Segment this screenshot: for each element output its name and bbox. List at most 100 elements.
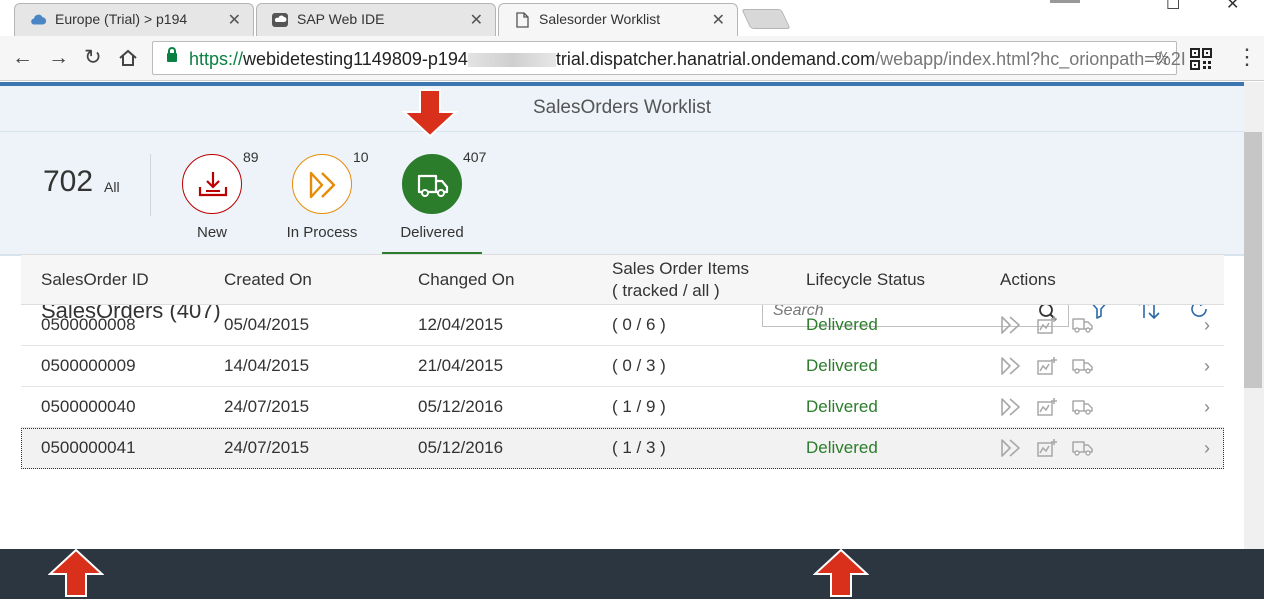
- qr-code-icon[interactable]: [1190, 48, 1212, 70]
- fast-forward-icon[interactable]: [1000, 397, 1022, 417]
- close-icon[interactable]: ✕: [228, 10, 241, 30]
- add-chart-icon[interactable]: [1036, 356, 1058, 376]
- fast-forward-icon[interactable]: [1000, 315, 1022, 335]
- actions-cell: [980, 427, 1170, 469]
- in-process-circle[interactable]: [292, 154, 352, 214]
- bookmark-star-icon[interactable]: ☆: [1152, 46, 1170, 71]
- truck-icon[interactable]: [1072, 356, 1094, 376]
- url-scheme: https://: [189, 49, 244, 69]
- browser-toolbar: ← → ↻ https://webidetesting1149809-p194 t…: [0, 36, 1264, 81]
- window-close-button[interactable]: ✕: [1226, 0, 1239, 14]
- changed-on: 05/12/2016: [398, 427, 592, 469]
- add-chart-icon[interactable]: [1036, 438, 1058, 458]
- row-actions: [1000, 315, 1170, 335]
- annotation-arrow-down-icon: [402, 89, 458, 138]
- chevron-right-icon[interactable]: ›: [1170, 427, 1224, 469]
- column-header[interactable]: Lifecycle Status: [786, 255, 980, 305]
- url-path: /webapp/index.html?hc_orionpath=%2I: [875, 49, 1186, 69]
- table-row[interactable]: 0500000009 14/04/2015 21/04/2015( 0 / 3 ) D…: [21, 345, 1224, 387]
- truck-icon: [417, 174, 449, 197]
- back-arrow-icon[interactable]: ←: [12, 46, 33, 70]
- column-header[interactable]: Changed On: [398, 255, 592, 305]
- divider: [150, 154, 151, 216]
- url-text: https://webidetesting1149809-p194 trial.d…: [189, 49, 1186, 70]
- cloud-icon: [31, 14, 47, 25]
- browser-tab-label: SAP Web IDE: [297, 11, 385, 27]
- new-circle[interactable]: [182, 154, 242, 214]
- lock-icon: [167, 47, 177, 62]
- add-chart-icon[interactable]: [1036, 397, 1058, 417]
- salesorder-id: 0500000008: [21, 304, 204, 346]
- salesorders-table: SalesOrder ID Created On Changed On Sale…: [21, 254, 1224, 469]
- new-tab-button[interactable]: [741, 9, 791, 29]
- browser-tab-europe[interactable]: Europe (Trial) > p194 ✕: [14, 3, 254, 36]
- items-tracked: ( 0 / 6 ): [592, 304, 786, 346]
- table-row[interactable]: 0500000041 24/07/2015 05/12/2016( 1 / 3 ) D…: [21, 427, 1224, 469]
- page-footer: [0, 549, 1264, 599]
- scrollbar-thumb[interactable]: [1244, 132, 1262, 388]
- truck-icon[interactable]: [1072, 438, 1094, 458]
- items-tracked: ( 1 / 3 ): [592, 427, 786, 469]
- close-icon[interactable]: ✕: [712, 10, 725, 30]
- fast-forward-icon: [309, 171, 336, 199]
- reload-icon[interactable]: ↻: [84, 46, 102, 70]
- column-header[interactable]: SalesOrder ID: [21, 255, 204, 305]
- row-actions: [1000, 356, 1170, 376]
- column-header-line: ( tracked / all ): [612, 280, 720, 300]
- column-header[interactable]: Actions: [980, 255, 1170, 305]
- browser-menu-icon[interactable]: ⋮: [1236, 44, 1258, 70]
- column-header[interactable]: Sales Order Items( tracked / all ): [592, 255, 786, 305]
- annotation-arrow-up-icon: [813, 548, 869, 597]
- tab-delivered[interactable]: 407 Delivered: [382, 149, 486, 252]
- address-bar[interactable]: https://webidetesting1149809-p194 trial.d…: [152, 41, 1186, 75]
- lifecycle-status: Delivered: [786, 345, 980, 387]
- column-header-line: Sales Order Items: [612, 258, 749, 278]
- fast-forward-icon[interactable]: [1000, 438, 1022, 458]
- tab-label: New: [196, 224, 227, 241]
- chevron-right-icon[interactable]: ›: [1170, 304, 1224, 346]
- table-row[interactable]: 0500000040 24/07/2015 05/12/2016( 1 / 9 ) D…: [21, 386, 1224, 428]
- changed-on: 21/04/2015: [398, 345, 592, 387]
- browser-tab-label: Europe (Trial) > p194: [55, 11, 188, 27]
- lifecycle-status: Delivered: [786, 427, 980, 469]
- close-icon[interactable]: ✕: [470, 10, 483, 30]
- chevron-right-icon[interactable]: ›: [1170, 386, 1224, 428]
- delivered-circle[interactable]: [402, 154, 462, 214]
- icon-tab-bar: 702 All 89 New 10 In Process 407 Deliver…: [0, 132, 1244, 256]
- tab-new[interactable]: 89 New: [162, 149, 262, 252]
- truck-icon[interactable]: [1072, 315, 1094, 335]
- redacted-blur: [467, 53, 556, 68]
- fast-forward-icon[interactable]: [1000, 356, 1022, 376]
- truck-icon[interactable]: [1072, 397, 1094, 417]
- browser-tab-bar: Europe (Trial) > p194 ✕ SAP Web IDE ✕ Sa…: [0, 0, 1264, 36]
- home-icon[interactable]: [118, 48, 138, 68]
- lifecycle-status: Delivered: [786, 304, 980, 346]
- salesorder-id: 0500000041: [21, 427, 204, 469]
- tab-label: In Process: [286, 224, 358, 241]
- maximize-button[interactable]: ☐: [1166, 0, 1180, 14]
- salesorder-id: 0500000009: [21, 345, 204, 387]
- annotation-arrow-up-icon: [48, 548, 104, 597]
- inbox-download-icon: [198, 172, 228, 197]
- items-tracked: ( 0 / 3 ): [592, 345, 786, 387]
- browser-tab-label: Salesorder Worklist: [539, 11, 661, 27]
- tab-count: 10: [353, 149, 369, 165]
- chevron-right-icon[interactable]: ›: [1170, 345, 1224, 387]
- table-row[interactable]: 0500000008 05/04/2015 12/04/2015( 0 / 6 ) D…: [21, 304, 1224, 346]
- page-icon: [516, 12, 529, 28]
- column-header-empty: [1170, 255, 1224, 305]
- browser-tab-webide[interactable]: SAP Web IDE ✕: [256, 3, 496, 36]
- browser-tab-salesorder[interactable]: Salesorder Worklist ✕: [498, 3, 738, 36]
- minimize-button[interactable]: [1050, 0, 1080, 3]
- created-on: 05/04/2015: [204, 304, 398, 346]
- add-chart-icon[interactable]: [1036, 315, 1058, 335]
- row-actions: [1000, 438, 1170, 458]
- tab-in-process[interactable]: 10 In Process: [272, 149, 372, 252]
- tab-label: Delivered: [400, 224, 464, 241]
- row-actions: [1000, 397, 1170, 417]
- items-tracked: ( 1 / 9 ): [592, 386, 786, 428]
- forward-arrow-icon[interactable]: →: [48, 46, 69, 70]
- column-header[interactable]: Created On: [204, 255, 398, 305]
- url-host-part: trial.dispatcher.hanatrial.ondemand.com: [555, 49, 876, 69]
- all-label[interactable]: All: [104, 179, 120, 195]
